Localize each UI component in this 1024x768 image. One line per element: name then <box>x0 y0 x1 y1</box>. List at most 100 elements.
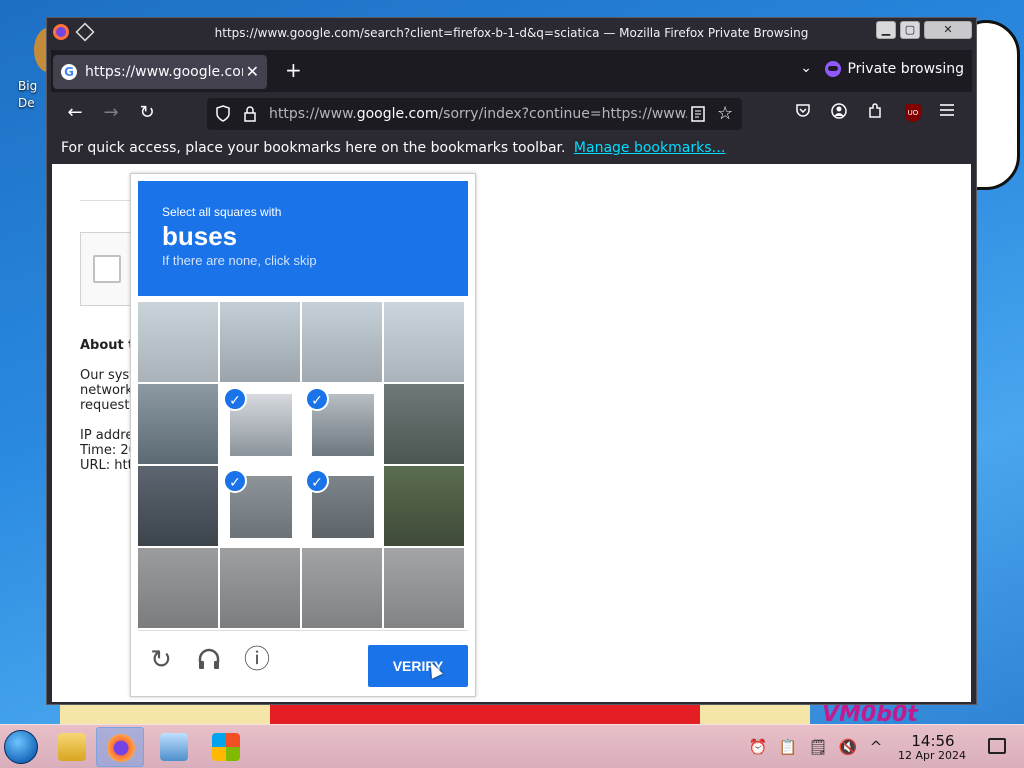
url-domain: google.com <box>356 106 439 122</box>
tile-image <box>220 548 300 628</box>
computer-icon <box>160 733 188 761</box>
minimize-button[interactable]: ▁ <box>876 21 896 39</box>
tab-bar: G https://www.google.com/ ✕ + ⌄ Private … <box>51 50 972 92</box>
clock-time[interactable]: 14:56 <box>898 732 968 750</box>
new-tab-button[interactable]: + <box>285 58 302 82</box>
tile-image <box>384 466 464 546</box>
private-browsing-indicator: Private browsing <box>825 61 964 77</box>
clipboard-icon[interactable]: 📋 <box>778 738 798 756</box>
reader-view-icon[interactable] <box>691 106 705 126</box>
window-title: https://www.google.com/search?client=fir… <box>214 26 809 40</box>
bookmarks-toolbar: For quick access, place your bookmarks h… <box>51 136 972 164</box>
folder-icon <box>58 733 86 761</box>
info-icon[interactable]: ⓘ <box>242 645 272 675</box>
back-button[interactable]: ← <box>63 102 87 123</box>
captcha-target: buses <box>162 221 238 251</box>
private-browsing-label: Private browsing <box>847 61 964 77</box>
volume-muted-icon[interactable]: 🔇 <box>838 738 858 756</box>
tile-image <box>138 548 218 628</box>
page-text-line: requests <box>80 398 137 413</box>
captcha-tile[interactable] <box>138 466 218 546</box>
taskbar-network[interactable] <box>150 727 198 767</box>
url-prefix: https://www. <box>269 106 357 122</box>
private-mask-icon <box>825 61 842 77</box>
reload-challenge-icon[interactable]: ↻ <box>146 645 176 675</box>
captcha-tile[interactable] <box>138 548 218 628</box>
tab-close-icon[interactable]: ✕ <box>246 62 259 81</box>
tracking-protection-shield-icon[interactable] <box>215 105 231 127</box>
captcha-tile[interactable] <box>220 302 300 382</box>
tile-image <box>220 302 300 382</box>
alarm-icon[interactable]: ⏰ <box>748 738 768 756</box>
verify-button[interactable]: VERIFY <box>368 645 468 687</box>
audio-challenge-icon[interactable] <box>194 645 224 675</box>
start-button[interactable] <box>4 730 38 764</box>
captcha-instruction: Select all squares with <box>162 205 282 219</box>
url-path: /sorry/index?continue=https://www.google… <box>438 106 687 122</box>
captcha-tile[interactable] <box>138 384 218 464</box>
maximize-button[interactable]: ▢ <box>900 21 920 39</box>
taskbar: ⏰ 📋 🗒 🔇 ^ 14:56 12 Apr 2024 <box>0 724 1024 768</box>
tile-image <box>138 466 218 546</box>
windows-logo-icon <box>212 733 240 761</box>
bookmarks-message: For quick access, place your bookmarks h… <box>61 140 566 156</box>
captcha-tile[interactable] <box>138 302 218 382</box>
notes-icon[interactable]: 🗒 <box>808 738 828 756</box>
captcha-tile[interactable] <box>384 384 464 464</box>
account-icon[interactable] <box>829 103 849 123</box>
captcha-tile[interactable]: ✓ <box>220 384 300 464</box>
captcha-challenge: Select all squares with buses If there a… <box>130 173 476 697</box>
tile-selected-check-icon: ✓ <box>223 469 247 493</box>
captcha-tile[interactable] <box>302 302 382 382</box>
captcha-tile[interactable]: ✓ <box>220 466 300 546</box>
tile-image <box>384 302 464 382</box>
time-line: Time: 20 <box>80 443 137 458</box>
captcha-tile[interactable] <box>384 302 464 382</box>
tile-image <box>302 548 382 628</box>
lock-icon[interactable] <box>243 105 257 127</box>
captcha-tile[interactable] <box>384 548 464 628</box>
tab-title: https://www.google.com/ <box>85 64 243 80</box>
forward-button[interactable]: → <box>99 102 123 123</box>
firefox-icon <box>107 734 135 762</box>
ublock-icon[interactable]: UO <box>905 104 921 122</box>
url-text[interactable]: https://www.google.com/sorry/index?conti… <box>269 106 687 122</box>
tile-image <box>384 548 464 628</box>
captcha-tile[interactable]: ✓ <box>302 384 382 464</box>
tile-image <box>138 302 218 382</box>
bookmark-star-icon[interactable]: ☆ <box>717 103 733 124</box>
captcha-tile[interactable] <box>220 548 300 628</box>
captcha-tile-grid: ✓ ✓ ✓ ✓ <box>138 302 466 628</box>
tile-selected-check-icon: ✓ <box>305 469 329 493</box>
captcha-hint: If there are none, click skip <box>162 253 317 268</box>
google-favicon-icon: G <box>61 64 77 80</box>
tile-image <box>302 302 382 382</box>
tray-expand-icon[interactable]: ^ <box>866 738 886 756</box>
show-desktop-button[interactable] <box>988 738 1006 754</box>
tile-image <box>138 384 218 464</box>
title-bar[interactable]: https://www.google.com/search?client=fir… <box>47 18 976 48</box>
taskbar-windows-app[interactable] <box>202 727 250 767</box>
tile-selected-check-icon: ✓ <box>223 387 247 411</box>
captcha-tile[interactable]: ✓ <box>302 466 382 546</box>
clock-date[interactable]: 12 Apr 2024 <box>890 749 974 762</box>
reload-button[interactable]: ↻ <box>135 102 159 123</box>
recaptcha-checkbox[interactable] <box>93 255 121 283</box>
tile-selected-check-icon: ✓ <box>305 387 329 411</box>
page-text-line: network. <box>80 383 137 398</box>
captcha-footer: ↻ ⓘ VERIFY <box>138 630 468 690</box>
tile-image <box>384 384 464 464</box>
manage-bookmarks-link[interactable]: Manage bookmarks… <box>574 140 726 156</box>
extensions-icon[interactable] <box>865 103 885 123</box>
captcha-tile[interactable] <box>302 548 382 628</box>
tab-google[interactable]: G https://www.google.com/ ✕ <box>53 55 267 89</box>
list-all-tabs-button[interactable]: ⌄ <box>800 60 812 76</box>
taskbar-file-manager[interactable] <box>48 727 96 767</box>
close-window-button[interactable]: ✕ <box>924 21 972 39</box>
taskbar-firefox[interactable] <box>96 727 144 767</box>
menu-icon[interactable] <box>937 103 957 121</box>
url-bar[interactable]: https://www.google.com/sorry/index?conti… <box>207 98 742 130</box>
captcha-header: Select all squares with buses If there a… <box>138 181 468 296</box>
captcha-tile[interactable] <box>384 466 464 546</box>
pocket-icon[interactable] <box>793 103 813 122</box>
